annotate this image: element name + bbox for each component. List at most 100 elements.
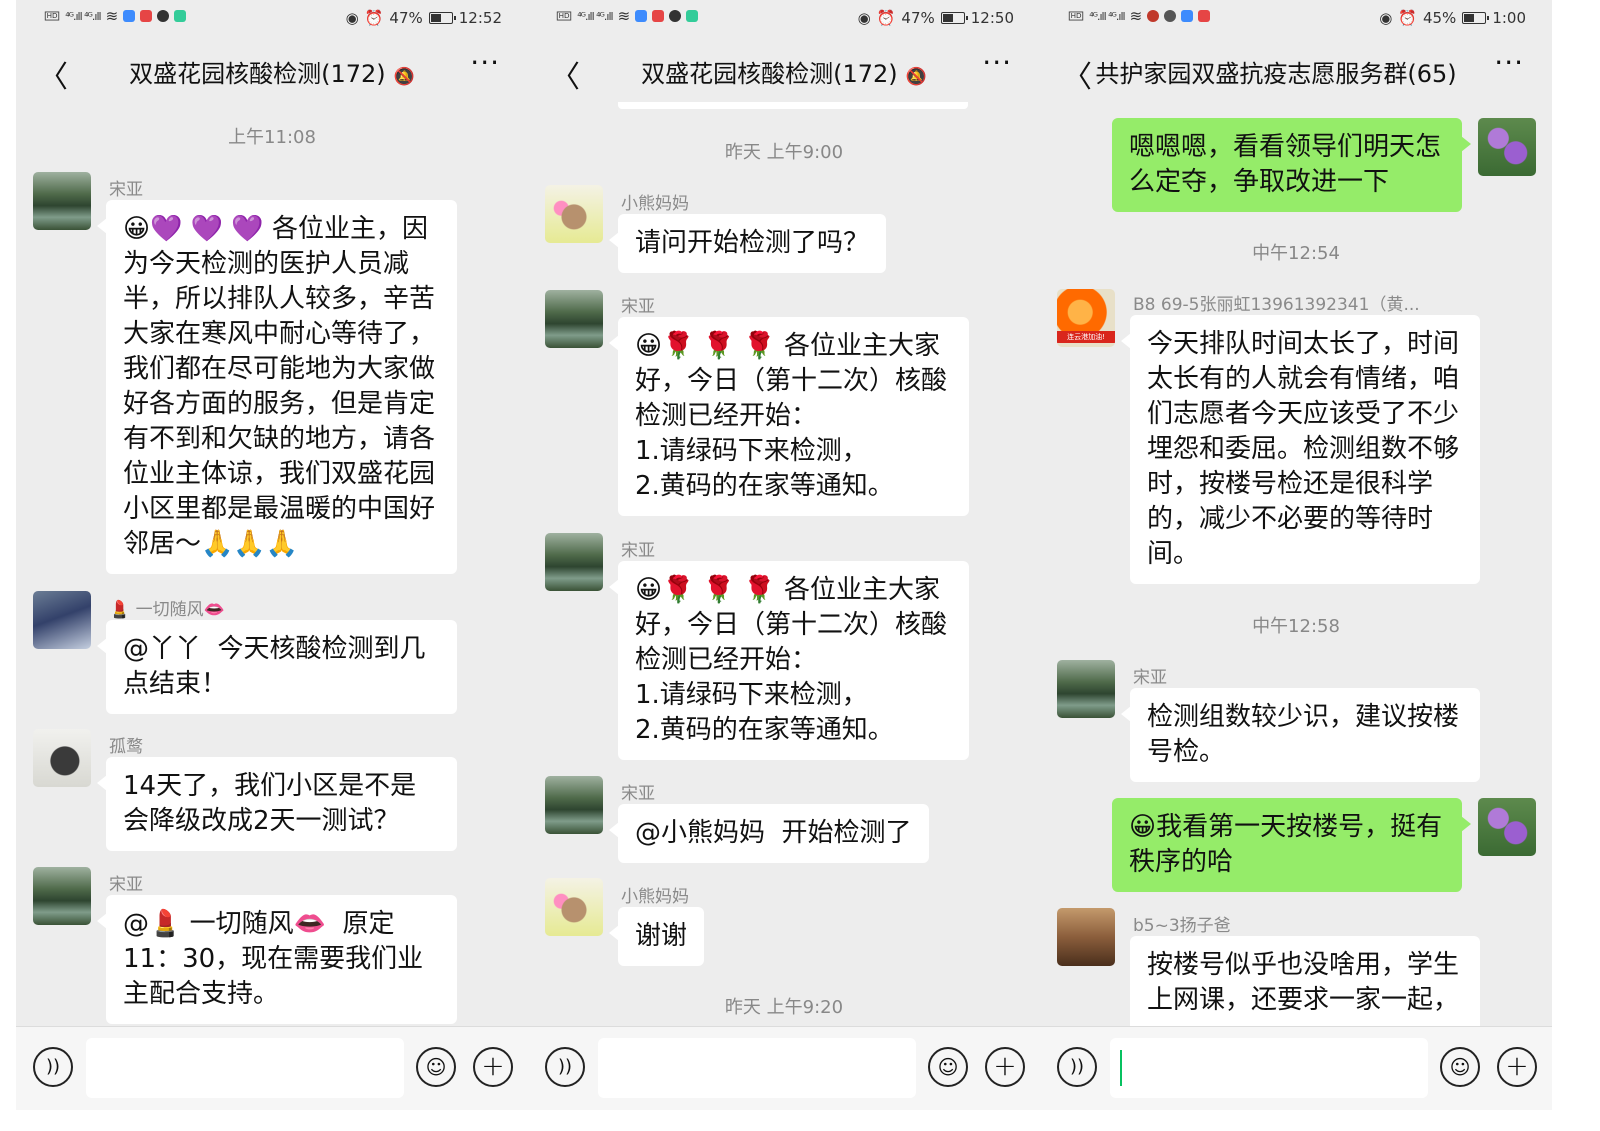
wifi-icon: ≋ [617, 7, 631, 25]
avatar-tag: 连云港加油! [1057, 331, 1115, 343]
message-bubble[interactable]: 😀🌹 🌹 🌹 各位业主大家好，今日（第十二次）核酸检测已经开始： 1.请绿码下来… [609, 561, 969, 760]
avatar[interactable] [545, 878, 603, 936]
app-icon [174, 10, 187, 22]
input-bar: )) ☺ + [528, 1026, 1040, 1110]
message-bubble[interactable]: 😀我看第一天按楼号，挺有秩序的哈 [1112, 798, 1471, 892]
emoji-icon[interactable]: ☺ [1440, 1047, 1480, 1087]
sender-name: 宋亚 [109, 180, 143, 200]
app-icon [652, 10, 665, 22]
sender-name: 宋亚 [1133, 668, 1167, 688]
message-bubble[interactable]: 检测组数较少识，建议按楼号检。 [1121, 688, 1480, 782]
chat-bubble-icon [1164, 10, 1177, 22]
message-bubble[interactable]: @丫丫 今天核酸检测到几点结束！ [97, 620, 457, 714]
signal-icon: ⁴ᴳ.ıll ⁴ᴳ.ıll [65, 9, 101, 23]
sender-name: 宋亚 [621, 297, 655, 317]
message-input[interactable] [598, 1038, 916, 1098]
clock: 12:50 [970, 9, 1014, 27]
mute-bell-icon: 🔕 [393, 67, 415, 87]
sender-name: 孤鹜 [109, 737, 143, 757]
emoji-icon[interactable]: ☺ [928, 1047, 968, 1087]
sender-name: 宋亚 [621, 784, 655, 804]
sender-name: 小熊妈妈 [621, 887, 689, 907]
title-bar: 〈 双盛花园核酸检测(172) 🔕 ··· [16, 40, 528, 100]
eye-icon: ◉ [1379, 9, 1393, 27]
wifi-icon: ≋ [105, 7, 119, 25]
status-bar: HD ⁴ᴳ.ıll ⁴ᴳ.ıll ≋ ◉ ⏰ 45% 1:00 [1040, 0, 1552, 36]
avatar[interactable] [1057, 908, 1115, 966]
alarm-icon: ⏰ [1398, 9, 1417, 27]
signal-icon: ⁴ᴳ.ıll ⁴ᴳ.ıll [1089, 9, 1125, 23]
voice-icon[interactable]: )) [1057, 1047, 1097, 1087]
avatar[interactable] [33, 172, 91, 230]
emoji-icon[interactable]: ☺ [416, 1047, 456, 1087]
plus-icon[interactable]: + [985, 1047, 1025, 1087]
chat-title: 双盛花园核酸检测(172) 🔕 [641, 60, 927, 88]
timestamp: 上午11:08 [228, 127, 316, 148]
hd-icon: HD [44, 11, 60, 21]
app-icon [1198, 10, 1211, 22]
avatar[interactable] [545, 776, 603, 834]
alarm-icon: ⏰ [876, 9, 896, 27]
avatar[interactable] [33, 867, 91, 925]
avatar[interactable] [1057, 660, 1115, 718]
sender-name: b5~3扬子爸 [1133, 916, 1231, 936]
message-input[interactable] [1110, 1038, 1428, 1098]
more-dots-icon[interactable]: ··· [982, 46, 1012, 79]
voice-icon[interactable]: )) [545, 1047, 585, 1087]
message-bubble[interactable]: 按楼号似乎也没啥用，学生上网课，还要求一家一起， [1130, 936, 1480, 1026]
title-bar: 〈 共护家园双盛抗疫志愿服务群(65) ··· [1040, 40, 1552, 100]
clock: 12:52 [458, 9, 502, 27]
message-bubble[interactable]: 嗯嗯嗯，看看领导们明天怎么定夺，争取改进一下 [1112, 118, 1471, 212]
voice-icon[interactable]: )) [33, 1047, 73, 1087]
signal-icon: ⁴ᴳ.ıll ⁴ᴳ.ıll [577, 9, 613, 23]
message-bubble[interactable]: 请问开始检测了吗？ [608, 214, 887, 273]
message-bubble[interactable]: 14天了，我们小区是不是会降级改成2天一测试？ [97, 757, 457, 851]
sender-name: 宋亚 [109, 875, 143, 895]
chat-screen-1: HD ⁴ᴳ.ıll ⁴ᴳ.ıll ≋ ◉ ⏰ 47% 12:52 〈 双盛花园核… [16, 0, 528, 1110]
avatar[interactable] [545, 185, 603, 243]
battery-icon [428, 12, 456, 24]
hd-icon: HD [556, 11, 572, 21]
app-icon [140, 10, 153, 22]
chat-screen-3: HD ⁴ᴳ.ıll ⁴ᴳ.ıll ≋ ◉ ⏰ 45% 1:00 〈 共护家园双盛… [1040, 0, 1552, 1110]
message-bubble[interactable]: @小熊妈妈 开始检测了 [609, 804, 929, 863]
shield-icon [1181, 10, 1194, 22]
sender-name: 💄 一切随风👄 [109, 600, 225, 620]
input-bar: )) ☺ + [1040, 1026, 1552, 1110]
battery-icon [940, 12, 968, 24]
avatar[interactable] [1478, 118, 1536, 176]
status-bar: HD ⁴ᴳ.ıll ⁴ᴳ.ıll ≋ ◉ ⏰ 47% 12:52 [16, 0, 528, 36]
message-bubble[interactable]: 今天排队时间太长了，时间太长有的人就会有情绪，咱们志愿者今天应该受了不少埋怨和委… [1121, 315, 1480, 584]
message-bubble[interactable]: 😀🌹 🌹 🌹 各位业主大家好，今日（第十二次）核酸检测已经开始： 1.请绿码下来… [609, 317, 969, 516]
message-bubble[interactable]: 😀💜 💜 💜 各位业主，因为今天检测的医护人员减半，所以排队人较多，辛苦大家在寒… [97, 200, 457, 574]
more-dots-icon[interactable]: ··· [1494, 46, 1524, 79]
eye-icon: ◉ [857, 9, 871, 27]
chat-title: 双盛花园核酸检测(172) 🔕 [129, 60, 415, 88]
shield-icon [635, 10, 648, 22]
avatar[interactable] [1478, 798, 1536, 856]
avatar[interactable] [33, 591, 91, 649]
timestamp: 昨天 上午9:00 [724, 142, 844, 163]
sender-name: 宋亚 [621, 541, 655, 561]
message-bubble[interactable]: @💄 一切随风👄 原定11：30，现在需要我们业主配合支持。 [97, 895, 457, 1024]
title-bar: 〈 双盛花园核酸检测(172) 🔕 ··· [528, 40, 1040, 100]
more-dots-icon[interactable]: ··· [470, 46, 500, 79]
timestamp: 中午12:54 [1252, 243, 1340, 264]
hd-icon: HD [1068, 11, 1084, 21]
message-input[interactable] [86, 1038, 404, 1098]
avatar[interactable]: 连云港加油! [1057, 289, 1115, 347]
avatar[interactable] [33, 729, 91, 787]
chat-screen-2: HD ⁴ᴳ.ıll ⁴ᴳ.ıll ≋ ◉ ⏰ 47% 12:50 〈 双盛花园核… [528, 0, 1040, 1110]
wifi-icon: ≋ [1129, 7, 1143, 25]
battery-percent: 47% [901, 9, 935, 27]
avatar[interactable] [545, 290, 603, 348]
alarm-icon: ⏰ [364, 9, 384, 27]
mute-bell-icon: 🔕 [905, 67, 927, 87]
previous-bubble-edge [618, 102, 968, 109]
plus-icon[interactable]: + [473, 1047, 513, 1087]
clock: 1:00 [1492, 9, 1526, 27]
message-bubble[interactable]: 谢谢 [608, 907, 705, 966]
timestamp: 昨天 上午9:20 [724, 997, 844, 1018]
avatar[interactable] [545, 533, 603, 591]
plus-icon[interactable]: + [1497, 1047, 1537, 1087]
